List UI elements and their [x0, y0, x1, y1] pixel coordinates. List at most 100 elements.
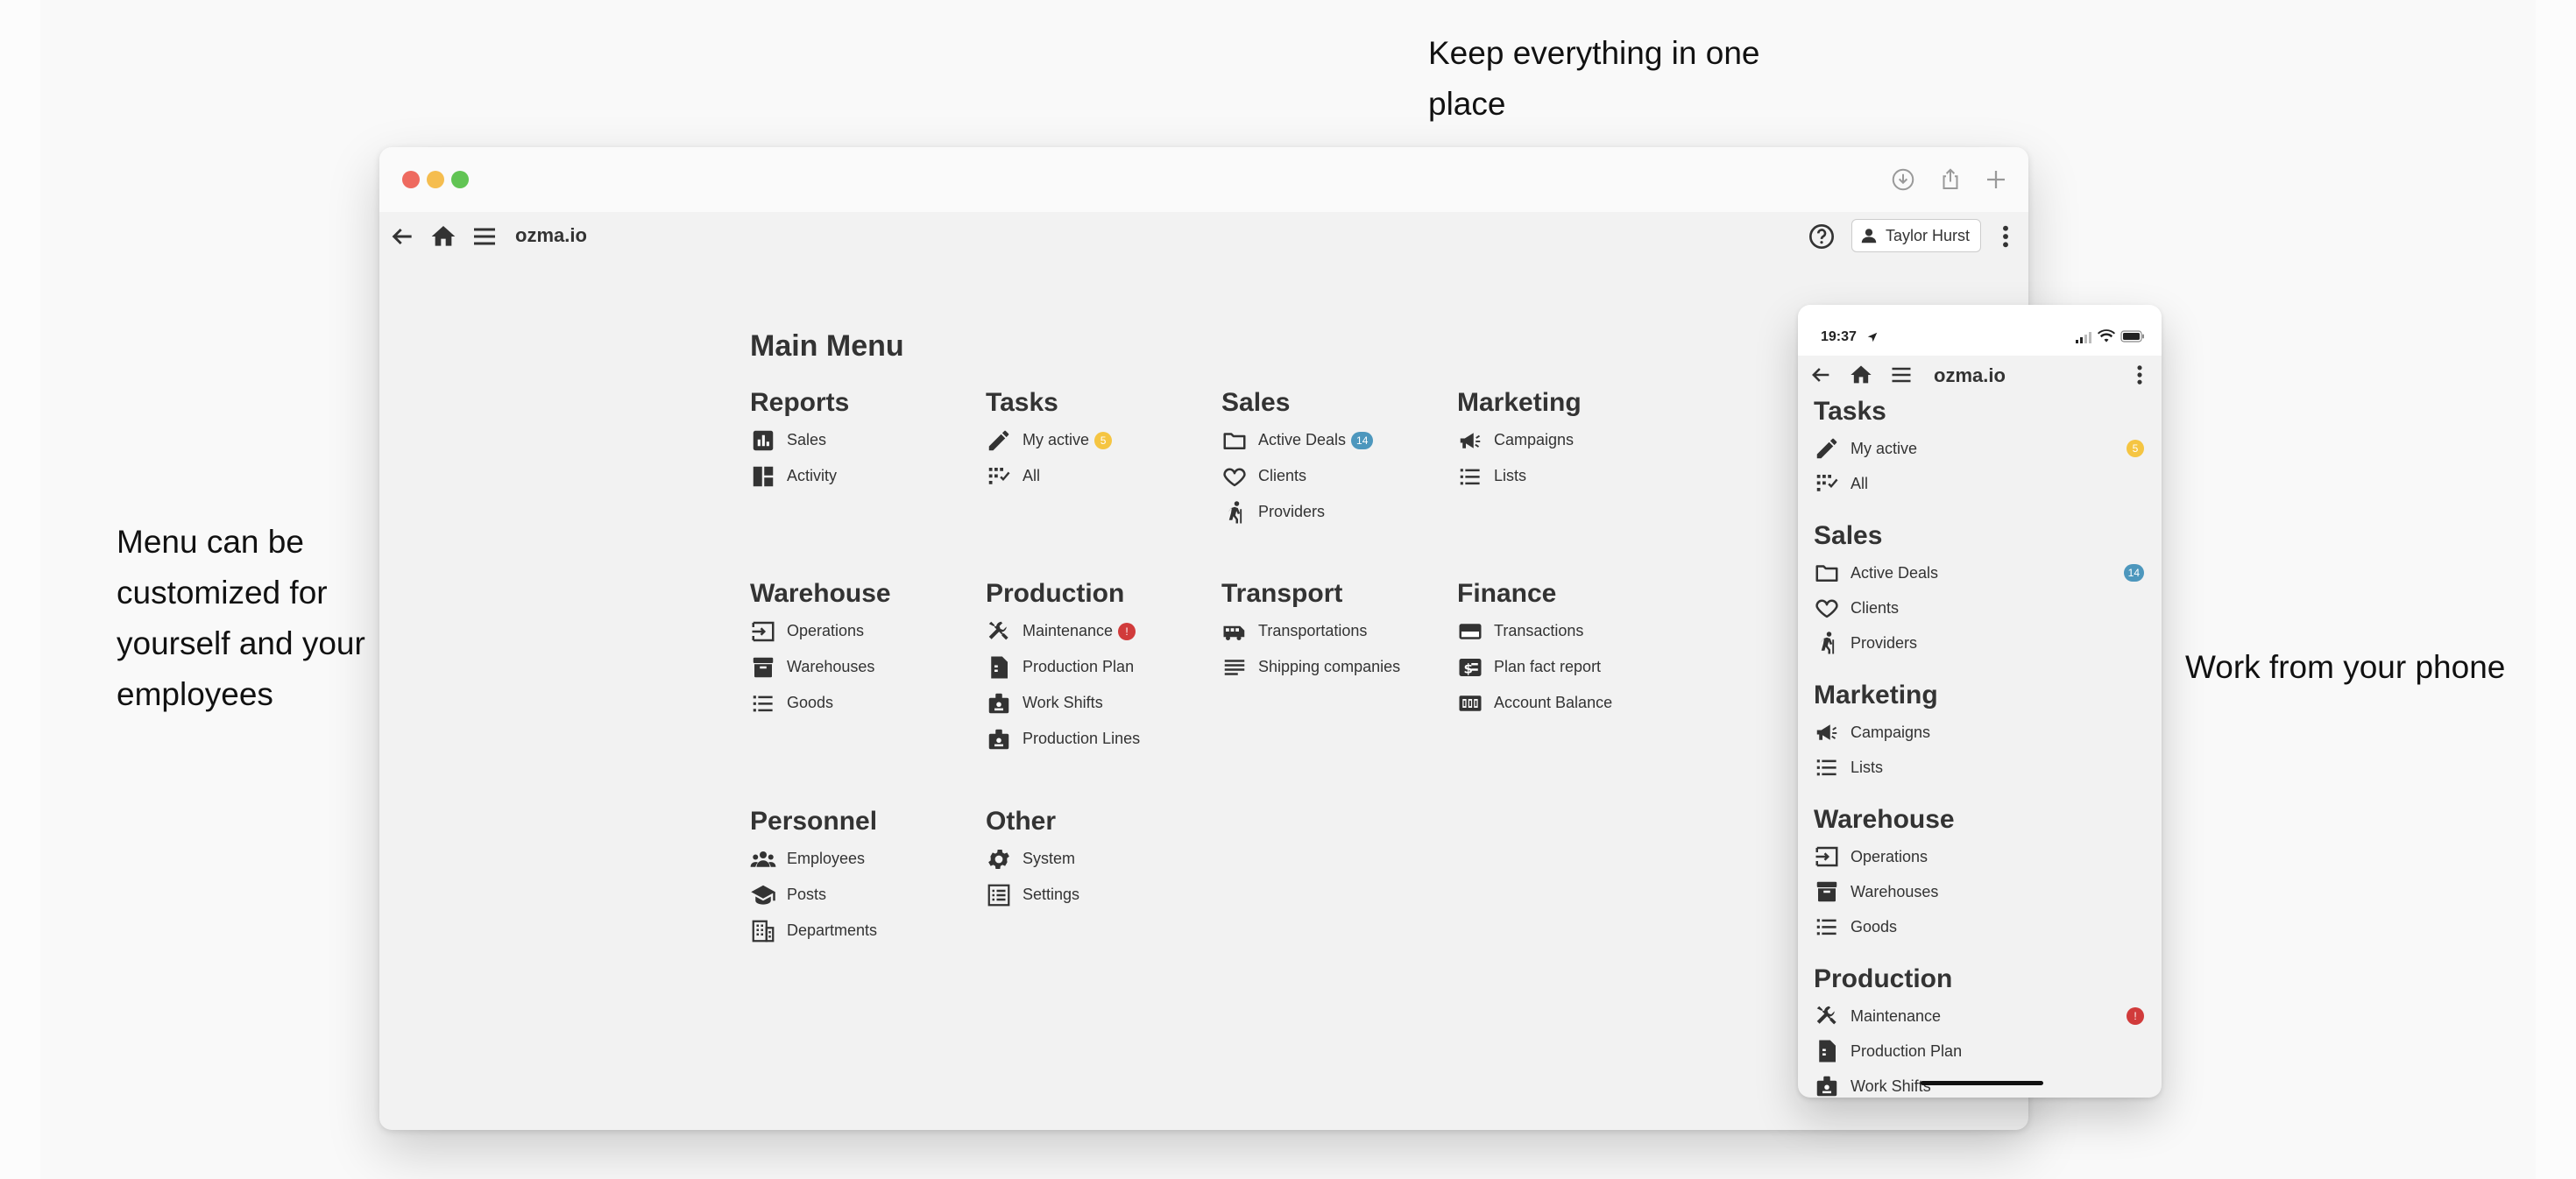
count-badge: 14: [1351, 431, 1374, 449]
menu-item-lists[interactable]: Lists: [1814, 750, 2146, 785]
tools-icon: [986, 618, 1012, 645]
menu-item-my-active[interactable]: My active 5: [1814, 431, 2146, 466]
bar-chart-icon: [750, 427, 776, 454]
menu-item-warehouses[interactable]: Warehouses: [750, 649, 978, 685]
menu-item-providers[interactable]: Providers: [1221, 494, 1449, 530]
list-icon: [1457, 463, 1483, 490]
caption-left: Menu can be customized for yourself and …: [117, 524, 365, 712]
section-sales: Sales Active Deals 14 Clients Providers: [1814, 517, 2146, 660]
menu-item-plan-fact-report[interactable]: Plan fact report: [1457, 649, 1685, 685]
menu-item-campaigns[interactable]: Campaigns: [1814, 715, 2146, 750]
menu-item-maintenance[interactable]: Maintenance!: [986, 613, 1214, 649]
back-arrow-icon[interactable]: [1808, 363, 1833, 387]
menu-item-departments[interactable]: Departments: [750, 913, 978, 949]
alert-badge: !: [2127, 1007, 2144, 1025]
building-icon: [750, 918, 776, 944]
money-icon: [1457, 654, 1483, 681]
menu-item-all-tasks[interactable]: All: [986, 458, 1214, 494]
section-title: Warehouse: [1814, 805, 1955, 834]
back-arrow-icon[interactable]: [388, 222, 416, 251]
dashboard-icon: [750, 463, 776, 490]
id-badge-icon: [986, 690, 1012, 717]
checklist-icon: [986, 463, 1012, 490]
list-icon: [750, 690, 776, 717]
section-finance: Finance Transactions Plan fact report Ac…: [1457, 575, 1685, 721]
location-arrow-icon: [1867, 332, 1878, 342]
section-title: Tasks: [986, 388, 1058, 417]
more-options-icon[interactable]: [2127, 363, 2152, 387]
main-menu-title: Main Menu: [750, 329, 904, 363]
section-title: Other: [986, 807, 1057, 836]
menu-item-clients[interactable]: Clients: [1221, 458, 1449, 494]
brand-name[interactable]: ozma.io: [1934, 364, 2006, 387]
heart-icon: [1814, 595, 1840, 621]
lines-icon: [1221, 654, 1248, 681]
menu-item-providers[interactable]: Providers: [1814, 625, 2146, 660]
menu-item-production-lines[interactable]: Production Lines: [986, 721, 1214, 757]
id-badge-icon: [986, 726, 1012, 752]
menu-item-shipping-companies[interactable]: Shipping companies: [1221, 649, 1449, 685]
download-icon[interactable]: [1890, 166, 1916, 193]
hamburger-menu-icon[interactable]: [471, 222, 499, 251]
menu-item-active-deals[interactable]: Active Deals 14: [1814, 555, 2146, 590]
more-options-icon[interactable]: [1992, 222, 2020, 251]
help-icon[interactable]: [1808, 222, 1836, 251]
menu-item-production-plan[interactable]: Production Plan: [1814, 1034, 2146, 1069]
caption-right: Work from your phone: [2185, 649, 2506, 685]
user-profile-button[interactable]: Taylor Hurst: [1851, 219, 1982, 252]
menu-item-goods[interactable]: Goods: [1814, 909, 2146, 944]
close-window-button[interactable]: [402, 171, 420, 188]
menu-item-production-plan[interactable]: Production Plan: [986, 649, 1214, 685]
section-reports: Reports Sales Activity: [750, 384, 978, 494]
section-tasks: Tasks My active 5 All: [1814, 392, 2146, 501]
signal-icon: [2076, 332, 2091, 343]
section-title: Sales: [1221, 388, 1291, 417]
menu-item-active-deals[interactable]: Active Deals 14: [1221, 422, 1449, 458]
menu-item-sales-report[interactable]: Sales: [750, 422, 978, 458]
new-tab-icon[interactable]: [1983, 166, 2009, 193]
menu-item-transportations[interactable]: Transportations: [1221, 613, 1449, 649]
menu-item-goods[interactable]: Goods: [750, 685, 978, 721]
menu-item-settings[interactable]: Settings: [986, 877, 1214, 913]
section-transport: Transport Transportations Shipping compa…: [1221, 575, 1449, 685]
menu-item-maintenance[interactable]: Maintenance!: [1814, 999, 2146, 1034]
section-tasks: Tasks My active 5 All: [986, 384, 1214, 494]
minimize-window-button[interactable]: [427, 171, 444, 188]
share-icon[interactable]: [1937, 166, 1964, 193]
home-icon[interactable]: [1849, 363, 1873, 387]
heart-icon: [1221, 463, 1248, 490]
gear-icon: [986, 846, 1012, 872]
menu-item-account-balance[interactable]: Account Balance: [1457, 685, 1685, 721]
menu-item-work-shifts[interactable]: Work Shifts: [986, 685, 1214, 721]
brand-name[interactable]: ozma.io: [515, 224, 587, 247]
hamburger-menu-icon[interactable]: [1889, 363, 1914, 387]
home-indicator[interactable]: [1921, 1081, 2043, 1085]
person-icon: [1221, 499, 1248, 526]
phone-screen: 19:37 ozma.io Tasks My active 5 All Sales…: [1798, 305, 2162, 1098]
section-title: Marketing: [1814, 681, 1938, 710]
menu-item-warehouses[interactable]: Warehouses: [1814, 874, 2146, 909]
section-warehouse: Warehouse Operations Warehouses Goods: [750, 575, 978, 721]
menu-item-activity[interactable]: Activity: [750, 458, 978, 494]
menu-item-employees[interactable]: Employees: [750, 841, 978, 877]
menu-item-operations[interactable]: Operations: [750, 613, 978, 649]
section-production: Production Maintenance! Production Plan …: [1814, 960, 2146, 1098]
menu-item-operations[interactable]: Operations: [1814, 839, 2146, 874]
menu-item-all-tasks[interactable]: All: [1814, 466, 2146, 501]
section-personnel: Personnel Employees Posts Departments: [750, 802, 978, 949]
folder-icon: [1221, 427, 1248, 454]
menu-item-system[interactable]: System: [986, 841, 1214, 877]
menu-item-my-active[interactable]: My active 5: [986, 422, 1214, 458]
login-icon: [1814, 844, 1840, 870]
menu-item-transactions[interactable]: Transactions: [1457, 613, 1685, 649]
form-icon: [986, 882, 1012, 908]
home-icon[interactable]: [429, 222, 457, 251]
window-titlebar: [379, 147, 2028, 212]
menu-item-posts[interactable]: Posts: [750, 877, 978, 913]
maximize-window-button[interactable]: [451, 171, 469, 188]
section-title: Production: [986, 579, 1125, 608]
menu-item-lists[interactable]: Lists: [1457, 458, 1685, 494]
menu-item-campaigns[interactable]: Campaigns: [1457, 422, 1685, 458]
menu-item-clients[interactable]: Clients: [1814, 590, 2146, 625]
megaphone-icon: [1457, 427, 1483, 454]
